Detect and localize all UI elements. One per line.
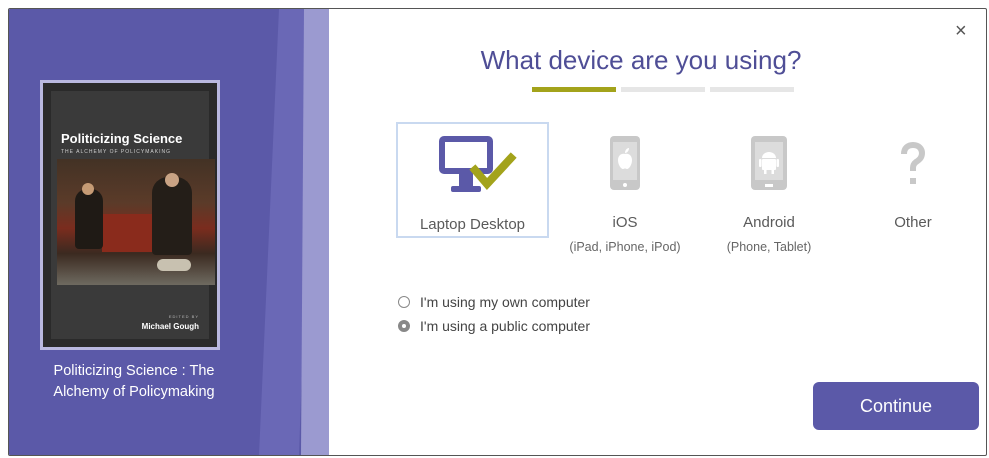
computer-ownership-radio-group: I'm using my own computer I'm using a pu… xyxy=(398,290,590,338)
android-tablet-icon xyxy=(694,132,844,192)
cover-subtitle: THE ALCHEMY OF POLICYMAKING xyxy=(61,149,171,155)
dialog-heading: What device are you using? xyxy=(480,45,802,75)
device-option-laptop-desktop[interactable]: Laptop Desktop xyxy=(396,122,549,238)
device-option-android[interactable]: Android (Phone, Tablet) xyxy=(694,122,844,254)
progress-step-1 xyxy=(532,87,616,92)
radio-button[interactable] xyxy=(398,296,410,308)
continue-button[interactable]: Continue xyxy=(813,382,979,430)
radio-own-computer[interactable]: I'm using my own computer xyxy=(398,290,590,314)
ios-tablet-icon xyxy=(550,132,700,192)
laptop-desktop-check-icon xyxy=(398,134,547,194)
device-label: Android xyxy=(743,214,795,231)
close-icon[interactable]: × xyxy=(955,21,967,41)
device-label: Laptop Desktop xyxy=(419,216,526,233)
book-cover-image: Politicizing Science THE ALCHEMY OF POLI… xyxy=(40,80,220,350)
step-progress xyxy=(532,87,794,92)
question-mark-icon xyxy=(838,132,986,192)
radio-public-computer[interactable]: I'm using a public computer xyxy=(398,314,590,338)
cover-title: Politicizing Science xyxy=(61,131,183,146)
device-selection-dialog: Politicizing Science THE ALCHEMY OF POLI… xyxy=(8,8,987,456)
book-sidebar: Politicizing Science THE ALCHEMY OF POLI… xyxy=(9,9,329,455)
radio-label: I'm using my own computer xyxy=(420,294,590,310)
progress-step-2 xyxy=(621,87,705,92)
device-option-other[interactable]: Other xyxy=(838,122,986,238)
radio-label: I'm using a public computer xyxy=(420,318,590,334)
cover-painting xyxy=(57,159,215,285)
cover-author: Michael Gough xyxy=(141,322,199,331)
book-title-caption: Politicizing Science : The Alchemy of Po… xyxy=(53,363,215,400)
device-label: Other xyxy=(894,214,932,231)
radio-button[interactable] xyxy=(398,320,410,332)
device-sublabel: (Phone, Tablet) xyxy=(726,240,812,254)
device-label: iOS xyxy=(612,214,638,231)
cover-editor-label: EDITED BY xyxy=(168,314,199,319)
progress-step-3 xyxy=(710,87,794,92)
device-option-ios[interactable]: iOS (iPad, iPhone, iPod) xyxy=(550,122,700,254)
